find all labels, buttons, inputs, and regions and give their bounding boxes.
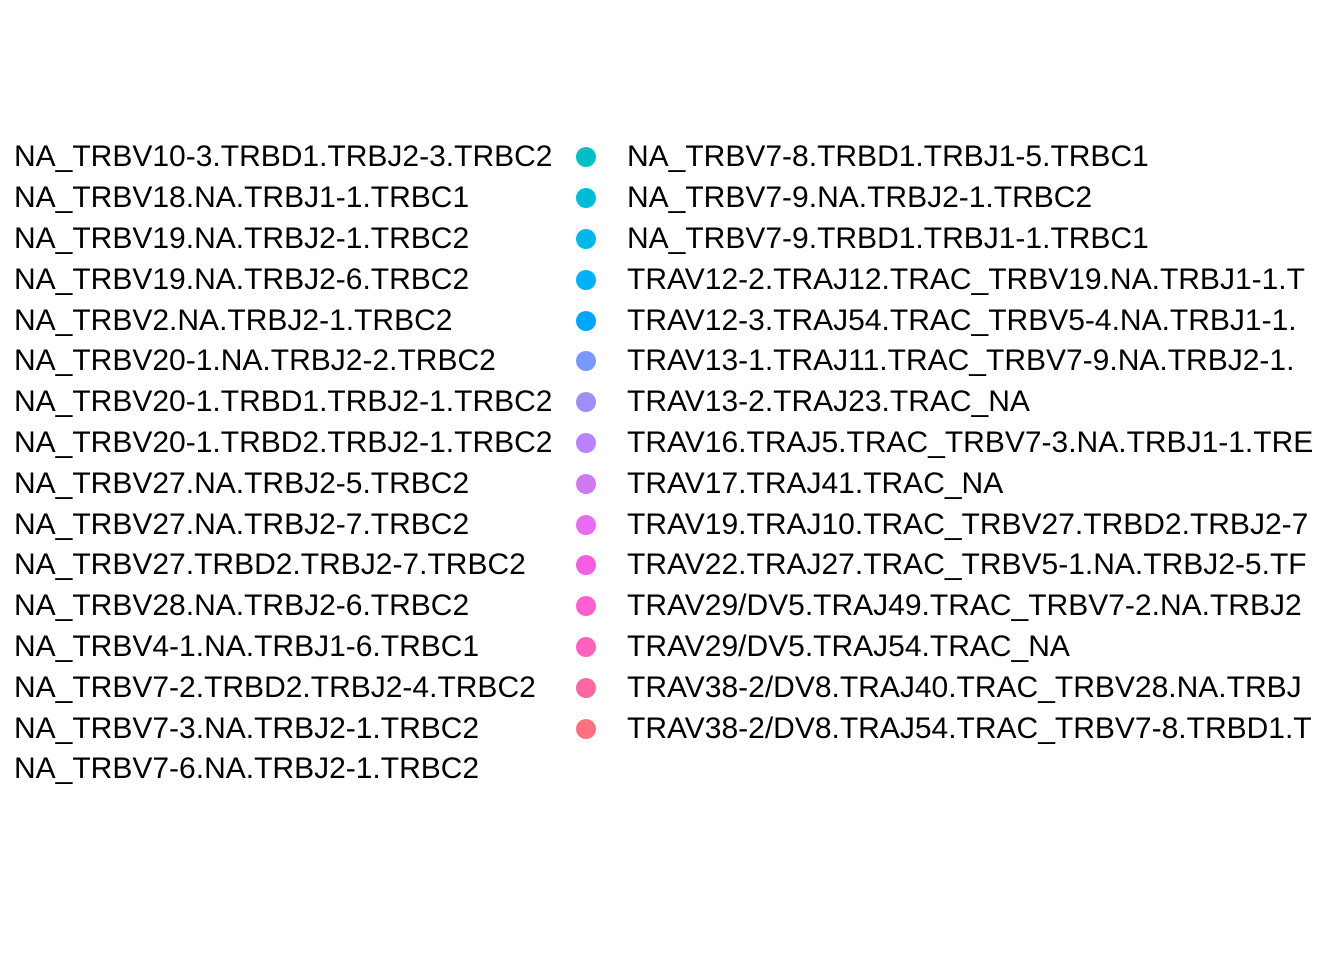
legend-item: NA_TRBV20-1.TRBD1.TRBJ2-1.TRBC2 [0, 382, 552, 423]
legend-label: TRAV16.TRAJ5.TRAC_TRBV7-3.NA.TRBJ1-1.TRE [627, 425, 1314, 459]
legend-item: TRAV16.TRAJ5.TRAC_TRBV7-3.NA.TRBJ1-1.TRE [576, 423, 1313, 464]
legend-label: NA_TRBV20-1.TRBD1.TRBJ2-1.TRBC2 [14, 385, 553, 419]
legend-label: NA_TRBV7-9.NA.TRBJ2-1.TRBC2 [627, 181, 1093, 215]
legend-dot-icon [576, 718, 596, 739]
legend-item: TRAV22.TRAJ27.TRAC_TRBV5-1.NA.TRBJ2-5.TF [576, 545, 1313, 586]
legend-dot-icon [576, 432, 596, 453]
legend-dot-icon [576, 555, 596, 576]
legend-label: NA_TRBV18.NA.TRBJ1-1.TRBC1 [14, 181, 470, 215]
legend-column-left: NA_TRBV10-3.TRBD1.TRBJ2-3.TRBC2 NA_TRBV18… [0, 137, 552, 790]
legend-label: NA_TRBV27.NA.TRBJ2-7.TRBC2 [14, 507, 470, 541]
legend-item: TRAV13-2.TRAJ23.TRAC_NA [576, 382, 1313, 423]
legend-dot-icon [576, 514, 596, 535]
legend-item: NA_TRBV18.NA.TRBJ1-1.TRBC1 [0, 178, 552, 219]
legend-label: NA_TRBV10-3.TRBD1.TRBJ2-3.TRBC2 [14, 140, 553, 174]
legend-label: TRAV12-2.TRAJ12.TRAC_TRBV19.NA.TRBJ1-1.T [627, 262, 1305, 296]
legend-label: NA_TRBV2.NA.TRBJ2-1.TRBC2 [14, 303, 453, 337]
legend: NA_TRBV10-3.TRBD1.TRBJ2-3.TRBC2 NA_TRBV18… [0, 0, 1344, 960]
legend-label: NA_TRBV27.NA.TRBJ2-5.TRBC2 [14, 466, 470, 500]
legend-label: NA_TRBV19.NA.TRBJ2-1.TRBC2 [14, 221, 470, 255]
legend-item: TRAV17.TRAJ41.TRAC_NA [576, 463, 1313, 504]
legend-item: TRAV29/DV5.TRAJ54.TRAC_NA [576, 627, 1313, 668]
legend-item: NA_TRBV7-8.TRBD1.TRBJ1-5.TRBC1 [576, 137, 1313, 178]
legend-label: TRAV22.TRAJ27.TRAC_TRBV5-1.NA.TRBJ2-5.TF [627, 548, 1307, 582]
legend-label: NA_TRBV20-1.NA.TRBJ2-2.TRBC2 [14, 344, 496, 378]
legend-item: NA_TRBV20-1.TRBD2.TRBJ2-1.TRBC2 [0, 423, 552, 464]
legend-dot-icon [576, 636, 596, 657]
legend-label: NA_TRBV19.NA.TRBJ2-6.TRBC2 [14, 262, 470, 296]
legend-dot-icon [576, 392, 596, 413]
legend-label: NA_TRBV27.TRBD2.TRBJ2-7.TRBC2 [14, 548, 526, 582]
legend-item: NA_TRBV20-1.NA.TRBJ2-2.TRBC2 [0, 341, 552, 382]
legend-label: TRAV38-2/DV8.TRAJ40.TRAC_TRBV28.NA.TRBJ [627, 670, 1302, 704]
legend-item: NA_TRBV4-1.NA.TRBJ1-6.TRBC1 [0, 627, 552, 668]
legend-item: NA_TRBV7-6.NA.TRBJ2-1.TRBC2 [0, 749, 552, 790]
legend-item: TRAV38-2/DV8.TRAJ54.TRAC_TRBV7-8.TRBD1.T [576, 708, 1313, 749]
legend-item: NA_TRBV19.NA.TRBJ2-6.TRBC2 [0, 259, 552, 300]
legend-item: TRAV29/DV5.TRAJ49.TRAC_TRBV7-2.NA.TRBJ2 [576, 586, 1313, 627]
legend-item: NA_TRBV28.NA.TRBJ2-6.TRBC2 [0, 586, 552, 627]
legend-label: TRAV13-1.TRAJ11.TRAC_TRBV7-9.NA.TRBJ2-1. [627, 344, 1295, 378]
legend-label: NA_TRBV7-3.NA.TRBJ2-1.TRBC2 [14, 711, 480, 745]
legend-label: NA_TRBV7-2.TRBD2.TRBJ2-4.TRBC2 [14, 670, 536, 704]
legend-item: NA_TRBV7-2.TRBD2.TRBJ2-4.TRBC2 [0, 667, 552, 708]
legend-label: TRAV29/DV5.TRAJ54.TRAC_NA [627, 629, 1070, 663]
legend-label: NA_TRBV4-1.NA.TRBJ1-6.TRBC1 [14, 629, 480, 663]
legend-dot-icon [576, 188, 596, 209]
legend-item: TRAV13-1.TRAJ11.TRAC_TRBV7-9.NA.TRBJ2-1. [576, 341, 1313, 382]
legend-item: TRAV19.TRAJ10.TRAC_TRBV27.TRBD2.TRBJ2-7 [576, 504, 1313, 545]
legend-label: NA_TRBV20-1.TRBD2.TRBJ2-1.TRBC2 [14, 425, 553, 459]
legend-item: NA_TRBV27.TRBD2.TRBJ2-7.TRBC2 [0, 545, 552, 586]
legend-label: NA_TRBV7-8.TRBD1.TRBJ1-5.TRBC1 [627, 140, 1149, 174]
legend-item: NA_TRBV2.NA.TRBJ2-1.TRBC2 [0, 300, 552, 341]
legend-dot-icon [576, 596, 596, 617]
legend-label: NA_TRBV28.NA.TRBJ2-6.TRBC2 [14, 589, 470, 623]
legend-label: TRAV17.TRAJ41.TRAC_NA [627, 466, 1004, 500]
legend-label: NA_TRBV7-9.TRBD1.TRBJ1-1.TRBC1 [627, 221, 1149, 255]
legend-item: NA_TRBV7-3.NA.TRBJ2-1.TRBC2 [0, 708, 552, 749]
legend-label: NA_TRBV7-6.NA.TRBJ2-1.TRBC2 [14, 752, 480, 786]
legend-item: TRAV12-2.TRAJ12.TRAC_TRBV19.NA.TRBJ1-1.T [576, 259, 1313, 300]
legend-label: TRAV19.TRAJ10.TRAC_TRBV27.TRBD2.TRBJ2-7 [627, 507, 1309, 541]
legend-item: TRAV38-2/DV8.TRAJ40.TRAC_TRBV28.NA.TRBJ [576, 667, 1313, 708]
legend-item: NA_TRBV27.NA.TRBJ2-5.TRBC2 [0, 463, 552, 504]
legend-label: TRAV29/DV5.TRAJ49.TRAC_TRBV7-2.NA.TRBJ2 [627, 589, 1302, 623]
legend-dot-icon [576, 147, 596, 168]
legend-dot-icon [576, 473, 596, 494]
legend-dot-icon [576, 228, 596, 249]
legend-dot-icon [576, 677, 596, 698]
legend-column-right: NA_TRBV7-8.TRBD1.TRBJ1-5.TRBC1 NA_TRBV7-9… [576, 137, 1313, 749]
legend-label: TRAV13-2.TRAJ23.TRAC_NA [627, 385, 1030, 419]
legend-item: NA_TRBV10-3.TRBD1.TRBJ2-3.TRBC2 [0, 137, 552, 178]
legend-item: NA_TRBV27.NA.TRBJ2-7.TRBC2 [0, 504, 552, 545]
legend-item: NA_TRBV19.NA.TRBJ2-1.TRBC2 [0, 219, 552, 260]
legend-item: NA_TRBV7-9.NA.TRBJ2-1.TRBC2 [576, 178, 1313, 219]
legend-item: NA_TRBV7-9.TRBD1.TRBJ1-1.TRBC1 [576, 219, 1313, 260]
legend-label: TRAV12-3.TRAJ54.TRAC_TRBV5-4.NA.TRBJ1-1. [627, 303, 1297, 337]
legend-dot-icon [576, 351, 596, 372]
legend-label: TRAV38-2/DV8.TRAJ54.TRAC_TRBV7-8.TRBD1.T [627, 711, 1312, 745]
legend-dot-icon [576, 310, 596, 331]
legend-dot-icon [576, 269, 596, 290]
legend-item: TRAV12-3.TRAJ54.TRAC_TRBV5-4.NA.TRBJ1-1. [576, 300, 1313, 341]
